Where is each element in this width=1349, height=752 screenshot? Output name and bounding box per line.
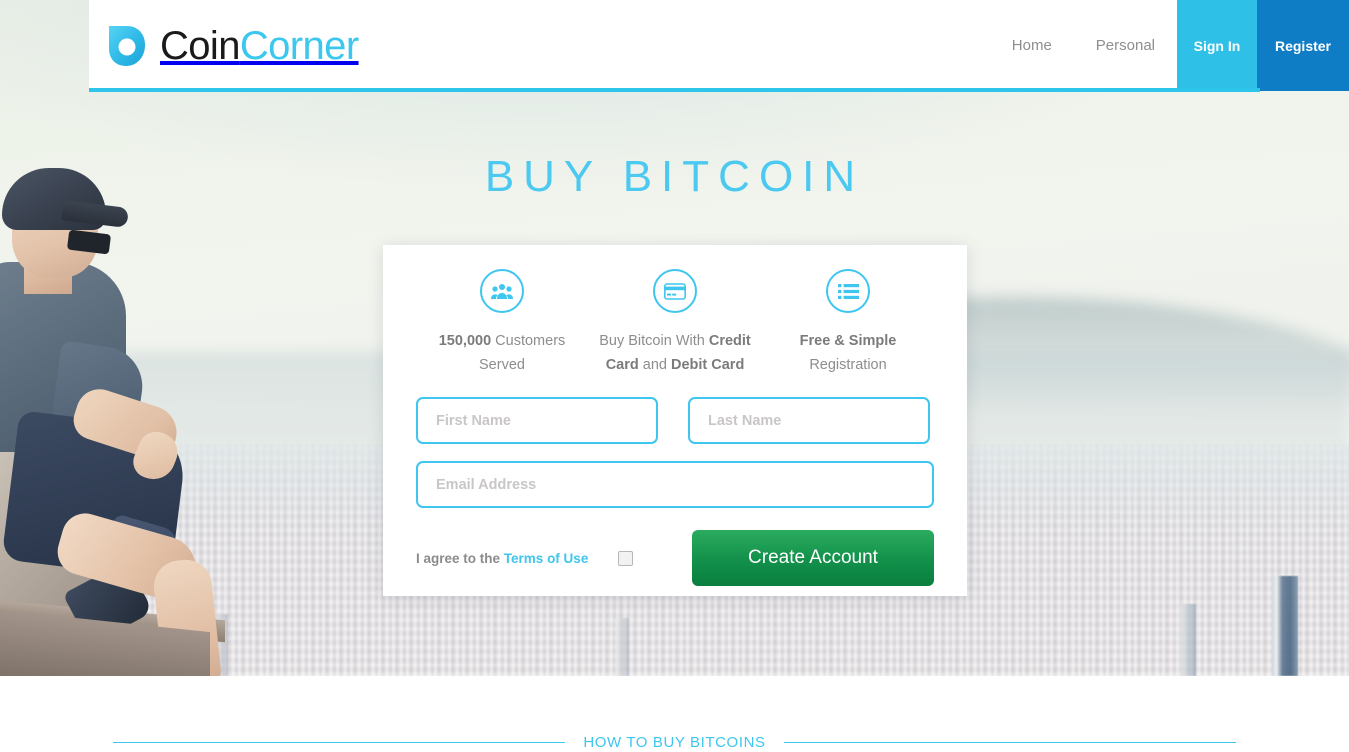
feature-cards: Buy Bitcoin With Credit Card and Debit C… [589,269,761,377]
feature-registration: Free & Simple Registration [762,269,934,377]
logo-text-corner: Corner [239,23,359,68]
header-accent-underline [89,88,1260,92]
sign-in-button[interactable]: Sign In [1177,0,1257,91]
logo-wordmark: CoinCorner [160,26,359,66]
coincorner-droplet-logo-icon [105,23,147,69]
below-hero-section: HOW TO BUY BITCOINS [0,676,1349,752]
page-title: BUY BITCOIN [484,152,865,201]
agree-label: I agree to the Terms of Use [416,551,588,566]
feature-customers: 150,000 Customers Served [416,269,588,377]
signup-card: 150,000 Customers Served Buy Bitcoin Wit… [383,245,967,596]
list-icon [826,269,870,313]
agree-prefix-text: I agree to the [416,550,501,566]
terms-and-submit-row: I agree to the Terms of Use Create Accou… [416,530,934,586]
heading-rule-left [113,742,566,743]
logo-text-coin: Coin [160,23,240,68]
feature-cards-text: Buy Bitcoin With Credit Card and Debit C… [599,333,751,373]
feature-registration-text: Free & Simple Registration [799,333,897,373]
site-header: CoinCorner Home Personal Sign In Registe… [89,0,1349,91]
how-to-buy-heading: HOW TO BUY BITCOINS [583,734,766,751]
how-to-buy-heading-row: HOW TO BUY BITCOINS [0,734,1349,751]
users-group-icon [480,269,524,313]
hero-person-figure [0,150,300,676]
agree-checkbox[interactable] [618,550,634,566]
name-fields-row [416,397,934,444]
register-button[interactable]: Register [1257,0,1349,91]
nav-item-home[interactable]: Home [990,0,1074,91]
email-input[interactable] [416,461,934,508]
credit-card-icon [653,269,697,313]
logo-link[interactable]: CoinCorner [89,23,359,69]
terms-of-use-link[interactable]: Terms of Use [504,551,589,566]
last-name-input[interactable] [688,397,930,444]
feature-customers-text: 150,000 Customers Served [438,333,566,373]
heading-rule-right [783,742,1236,743]
main-navigation: Home Personal Sign In Register [990,0,1349,91]
nav-item-personal[interactable]: Personal [1074,0,1177,91]
page-root: CoinCorner Home Personal Sign In Registe… [0,0,1349,752]
feature-list: 150,000 Customers Served Buy Bitcoin Wit… [416,269,934,377]
first-name-input[interactable] [416,397,658,444]
create-account-button[interactable]: Create Account [692,530,934,586]
